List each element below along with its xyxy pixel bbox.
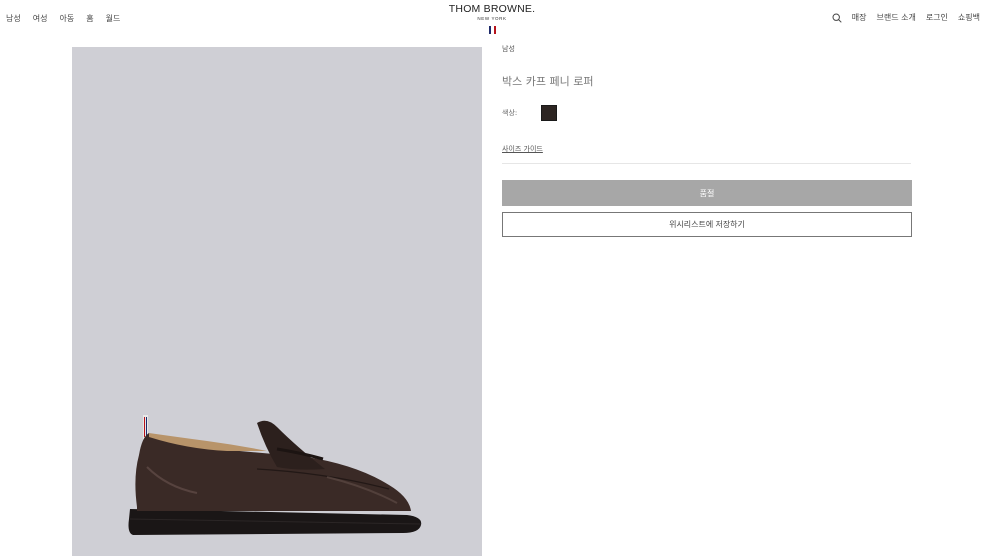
site-header: 남성 여성 아동 홈 월드 THOM BROWNE. NEW YORK 매장 브…: [0, 0, 1000, 40]
nav-men[interactable]: 남성: [6, 13, 21, 24]
nav-shopping-bag[interactable]: 쇼핑백: [958, 12, 980, 23]
size-guide-link[interactable]: 사이즈 가이드: [502, 144, 543, 154]
product-image[interactable]: [72, 47, 482, 556]
penny-loafer-image: [128, 415, 422, 535]
nav-kids[interactable]: 아동: [59, 13, 74, 24]
main-nav: 남성 여성 아동 홈 월드: [6, 13, 120, 24]
product-category[interactable]: 남성: [502, 44, 912, 54]
nav-stores[interactable]: 매장: [852, 12, 867, 23]
tricolor-flag-icon: [489, 26, 496, 34]
sold-out-button[interactable]: 품절: [502, 180, 912, 206]
nav-world[interactable]: 월드: [106, 13, 121, 24]
color-label: 색상:: [502, 109, 518, 117]
logo-subtitle: NEW YORK: [477, 16, 507, 21]
product-title: 박스 카프 페니 로퍼: [502, 75, 594, 88]
logo-wordmark: THOM BROWNE.: [448, 3, 536, 15]
divider: [502, 163, 911, 164]
nav-women[interactable]: 여성: [33, 13, 48, 24]
color-swatch-dark-brown[interactable]: [541, 105, 558, 121]
product-details: 남성 박스 카프 페니 로퍼 색상: 사이즈 가이드 품절 위시리스트에 저장하…: [502, 44, 912, 237]
utility-nav: 매장 브랜드 소개 로그인 쇼핑백: [832, 12, 980, 23]
nav-home[interactable]: 홈: [86, 13, 93, 24]
nav-about[interactable]: 브랜드 소개: [876, 12, 915, 23]
search-icon[interactable]: [832, 12, 842, 23]
nav-login[interactable]: 로그인: [926, 12, 948, 23]
brand-logo[interactable]: THOM BROWNE. NEW YORK: [432, 3, 552, 34]
add-to-wishlist-button[interactable]: 위시리스트에 저장하기: [502, 212, 912, 237]
color-selector: 색상:: [502, 105, 558, 121]
